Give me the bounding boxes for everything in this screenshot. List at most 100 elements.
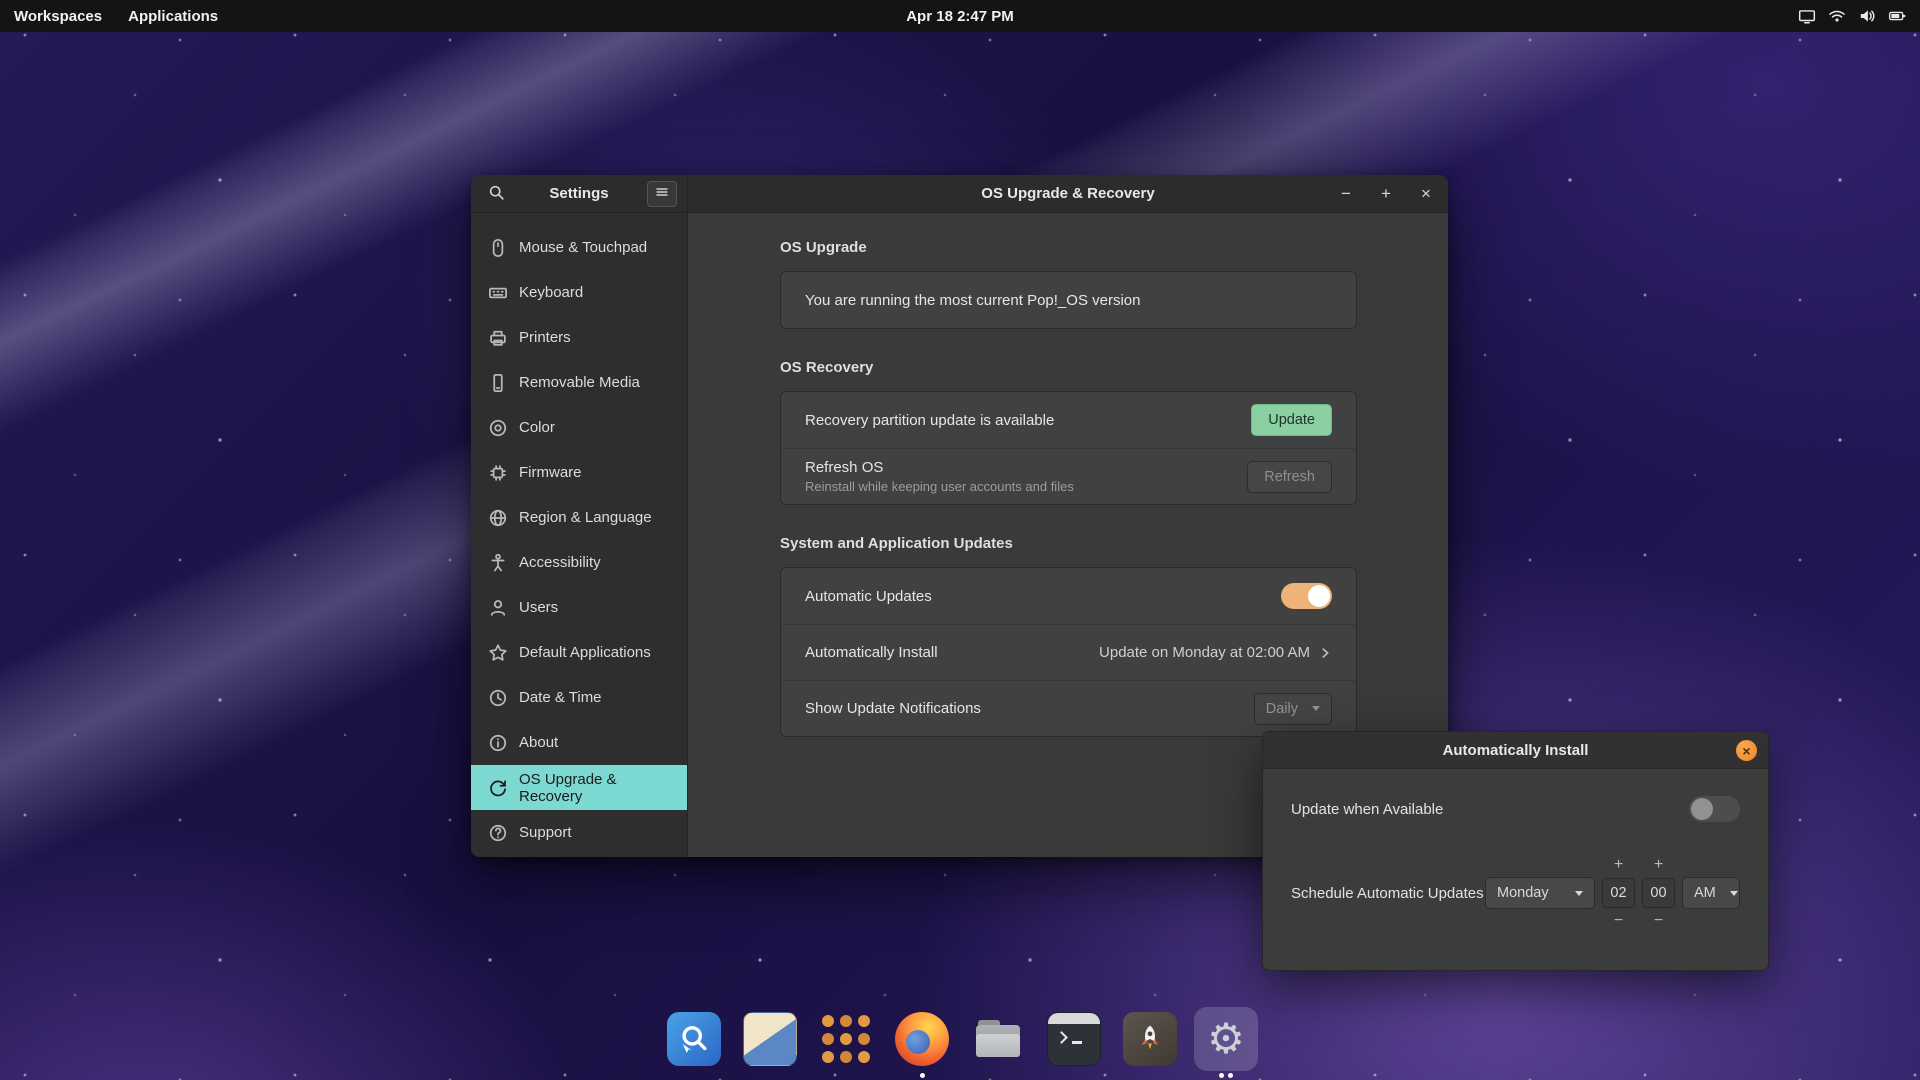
display-icon[interactable] [1798, 7, 1816, 25]
automatically-install-row[interactable]: Automatically Install Update on Monday a… [781, 624, 1356, 680]
day-dropdown[interactable]: Monday [1485, 877, 1595, 909]
automatically-install-dialog: Automatically Install × Update when Avai… [1262, 731, 1769, 971]
refresh-os-label: Refresh OS Reinstall while keeping user … [805, 459, 1247, 494]
notifications-frequency-value: Daily [1266, 701, 1298, 717]
settings-gear-icon: ⚙ [1199, 1012, 1253, 1066]
toggle-knob [1691, 798, 1713, 820]
sidebar-item-mouse-touchpad[interactable]: Mouse & Touchpad [471, 225, 687, 270]
dialog-close-button[interactable]: × [1736, 740, 1757, 761]
update-button[interactable]: Update [1251, 404, 1332, 436]
maximize-button[interactable]: + [1376, 184, 1396, 204]
primary-menu-button[interactable] [647, 181, 677, 207]
sidebar-item-accessibility[interactable]: Accessibility [471, 540, 687, 585]
battery-icon[interactable] [1888, 7, 1906, 25]
sidebar-item-label: Region & Language [519, 509, 652, 526]
sidebar-item-color[interactable]: Color [471, 405, 687, 450]
removable-media-icon [488, 373, 508, 393]
os-recovery-card: Recovery partition update is available U… [780, 391, 1357, 505]
sidebar-item-label: Printers [519, 329, 571, 346]
clock[interactable]: Apr 18 2:47 PM [906, 8, 1014, 25]
sidebar-item-users[interactable]: Users [471, 585, 687, 630]
sidebar-item-label: Date & Time [519, 689, 602, 706]
sidebar-item-label: Color [519, 419, 555, 436]
sidebar-item-about[interactable]: About [471, 720, 687, 765]
sidebar-item-removable-media[interactable]: Removable Media [471, 360, 687, 405]
dock-item-software[interactable] [737, 1007, 803, 1079]
automatic-updates-toggle[interactable] [1281, 583, 1332, 609]
sidebar-item-os-upgrade-recovery[interactable]: OS Upgrade & Recovery [471, 765, 687, 810]
recovery-partition-row: Recovery partition update is available U… [781, 392, 1356, 448]
hour-spinner: + 02 − [1602, 855, 1635, 931]
firmware-icon [488, 463, 508, 483]
dialog-title: Automatically Install [1443, 742, 1589, 759]
update-when-available-toggle[interactable] [1689, 796, 1740, 822]
sidebar-item-label: Accessibility [519, 554, 601, 571]
dock-item-app-grid[interactable] [813, 1007, 879, 1079]
workspaces-button[interactable]: Workspaces [4, 4, 112, 29]
dock-item-files[interactable] [965, 1007, 1031, 1079]
minute-decrement-button[interactable]: − [1644, 911, 1674, 931]
sidebar-item-firmware[interactable]: Firmware [471, 450, 687, 495]
minute-spinner: + 00 − [1642, 855, 1675, 931]
running-indicator [920, 1073, 925, 1078]
minute-field[interactable]: 00 [1642, 878, 1675, 908]
top-bar: Workspaces Applications Apr 18 2:47 PM [0, 0, 1920, 32]
sidebar-item-label: Keyboard [519, 284, 583, 301]
refresh-icon [488, 778, 508, 798]
sidebar-header: Settings [471, 175, 688, 212]
sidebar-item-region-language[interactable]: Region & Language [471, 495, 687, 540]
clock-icon [488, 688, 508, 708]
titlebar[interactable]: Settings OS Upgrade & Recovery − + × [471, 175, 1448, 213]
dialog-header[interactable]: Automatically Install × [1263, 732, 1768, 769]
automatic-updates-row: Automatic Updates [781, 568, 1356, 624]
chevron-down-icon [1730, 891, 1738, 896]
dock-item-screenshot-tool[interactable] [661, 1007, 727, 1079]
dock-item-pop-shop[interactable] [1117, 1007, 1183, 1079]
close-button[interactable]: × [1416, 184, 1436, 204]
hour-field[interactable]: 02 [1602, 878, 1635, 908]
wifi-icon[interactable] [1828, 7, 1846, 25]
chevron-down-icon [1312, 706, 1320, 711]
search-button[interactable] [481, 181, 511, 207]
recovery-partition-label: Recovery partition update is available [805, 412, 1251, 429]
section-title-os-upgrade: OS Upgrade [780, 239, 1357, 256]
sidebar-item-default-applications[interactable]: Default Applications [471, 630, 687, 675]
refresh-os-title: Refresh OS [805, 459, 883, 476]
app-grid-icon [822, 1015, 870, 1063]
dock-item-terminal[interactable] [1041, 1007, 1107, 1079]
sidebar-item-date-time[interactable]: Date & Time [471, 675, 687, 720]
dock-item-settings[interactable]: ⚙ [1193, 1007, 1259, 1079]
notifications-frequency-dropdown[interactable]: Daily [1254, 693, 1332, 725]
sidebar-item-label: About [519, 734, 558, 751]
pop-shop-icon [1123, 1012, 1177, 1066]
hour-decrement-button[interactable]: − [1604, 911, 1634, 931]
minute-increment-button[interactable]: + [1644, 855, 1674, 875]
settings-sidebar: Mouse & Touchpad Keyboard Printers Remov… [471, 213, 688, 857]
sidebar-item-label: Firmware [519, 464, 582, 481]
sidebar-item-keyboard[interactable]: Keyboard [471, 270, 687, 315]
running-indicator [1228, 1073, 1233, 1078]
schedule-controls: Monday + 02 − + 00 − AM [1485, 855, 1740, 931]
sidebar-item-printers[interactable]: Printers [471, 315, 687, 360]
files-icon [971, 1012, 1025, 1066]
ampm-dropdown[interactable]: AM [1682, 877, 1740, 909]
section-title-os-recovery: OS Recovery [780, 359, 1357, 376]
system-tray[interactable] [1798, 7, 1920, 25]
mouse-icon [488, 238, 508, 258]
window-controls: − + × [1336, 175, 1436, 212]
hour-increment-button[interactable]: + [1604, 855, 1634, 875]
refresh-button[interactable]: Refresh [1247, 461, 1332, 493]
schedule-automatic-updates-row: Schedule Automatic Updates Monday + 02 −… [1291, 855, 1740, 931]
sidebar-item-support[interactable]: Support [471, 810, 687, 855]
system-updates-card: Automatic Updates Automatically Install … [780, 567, 1357, 737]
screenshot-tool-icon [667, 1012, 721, 1066]
dock-item-firefox[interactable] [889, 1007, 955, 1079]
minimize-button[interactable]: − [1336, 184, 1356, 204]
color-icon [488, 418, 508, 438]
volume-icon[interactable] [1858, 7, 1876, 25]
schedule-label: Schedule Automatic Updates [1291, 885, 1484, 902]
applications-button[interactable]: Applications [118, 4, 228, 29]
os-upgrade-card: You are running the most current Pop!_OS… [780, 271, 1357, 329]
update-when-available-row: Update when Available [1291, 793, 1740, 825]
window-title: OS Upgrade & Recovery [981, 185, 1154, 202]
